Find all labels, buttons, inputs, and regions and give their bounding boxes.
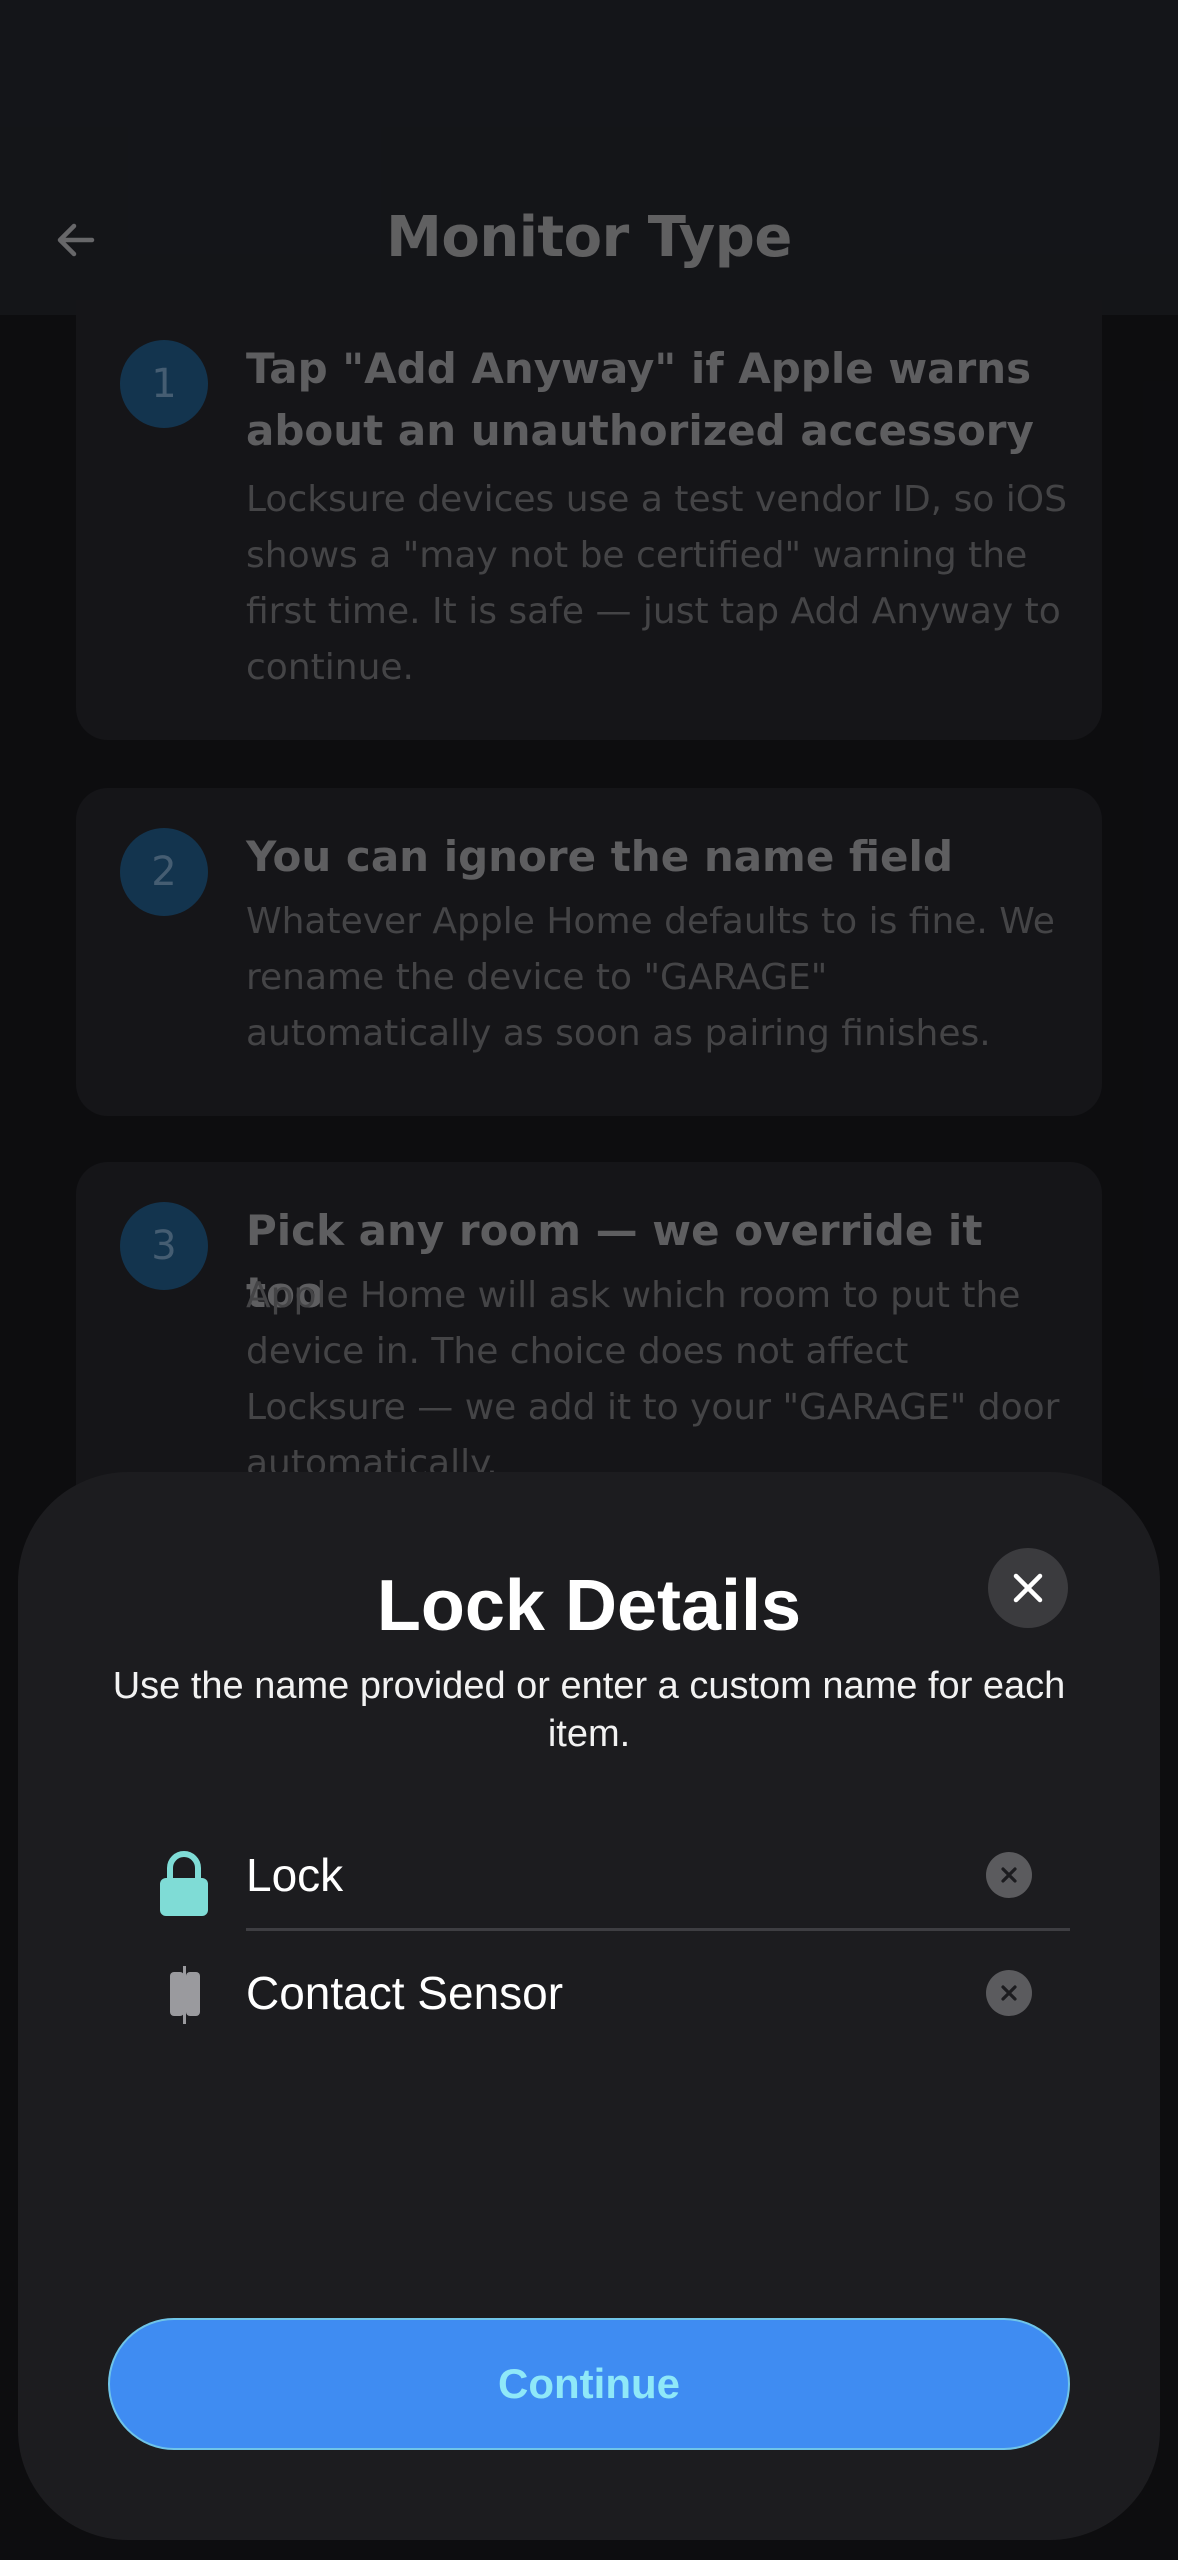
item-name-input[interactable]: Contact Sensor (246, 1966, 563, 2020)
lock-icon (154, 1848, 214, 1918)
clear-button[interactable] (986, 1970, 1032, 2016)
item-row-lock: Lock (140, 1848, 1080, 1958)
clear-icon (1001, 1985, 1017, 2001)
sheet-subtitle: Use the name provided or enter a custom … (112, 1665, 1066, 1755)
contact-sensor-icon (154, 1966, 214, 2036)
divider (246, 1928, 1070, 1931)
item-name-input[interactable]: Lock (246, 1848, 343, 1902)
continue-button[interactable]: Continue (108, 2318, 1070, 2450)
clear-icon (1001, 1867, 1017, 1883)
clear-button[interactable] (986, 1852, 1032, 1898)
sheet-title: Lock Details (376, 1566, 802, 1646)
item-row-contact-sensor: Contact Sensor (140, 1966, 1080, 2076)
